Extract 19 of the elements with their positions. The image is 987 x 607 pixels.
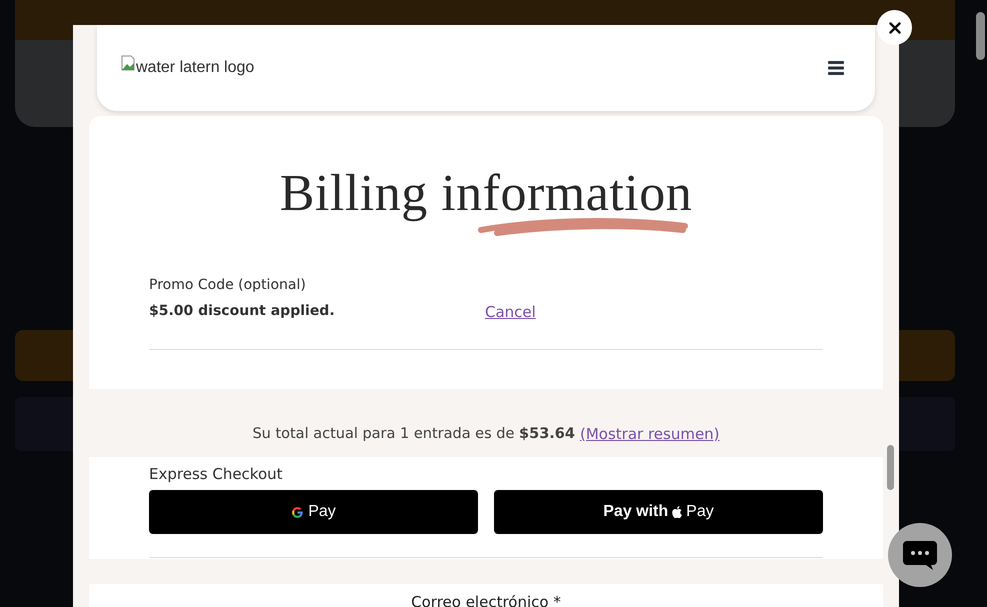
- chat-bubble-icon: [901, 539, 939, 571]
- google-g-icon: [291, 506, 304, 518]
- total-text: Su total actual para 1 entrada es de $53.64: [252, 426, 575, 442]
- close-icon: [888, 22, 900, 34]
- express-checkout-label: Express Checkout: [149, 465, 284, 483]
- billing-title: Billing information: [280, 164, 692, 223]
- email-label: Correo electrónico *: [411, 593, 561, 607]
- modal-scrollbar-thumb[interactable]: [887, 445, 894, 490]
- logo-alt-text: water latern logo: [136, 59, 254, 77]
- google-pay-button[interactable]: Pay: [149, 490, 478, 534]
- apple-icon: [672, 506, 682, 518]
- broken-image-icon: [121, 55, 135, 71]
- apple-pay-button[interactable]: Pay with Pay: [494, 490, 823, 534]
- menu-icon[interactable]: [828, 61, 844, 75]
- summary-link[interactable]: (Mostrar resumen): [580, 425, 720, 443]
- cancel-link[interactable]: Cancel: [485, 303, 536, 321]
- discount-status: $5.00 discount applied.: [149, 303, 336, 321]
- promo-label: Promo Code (optional): [149, 277, 307, 293]
- page-scrollbar[interactable]: [976, 12, 985, 60]
